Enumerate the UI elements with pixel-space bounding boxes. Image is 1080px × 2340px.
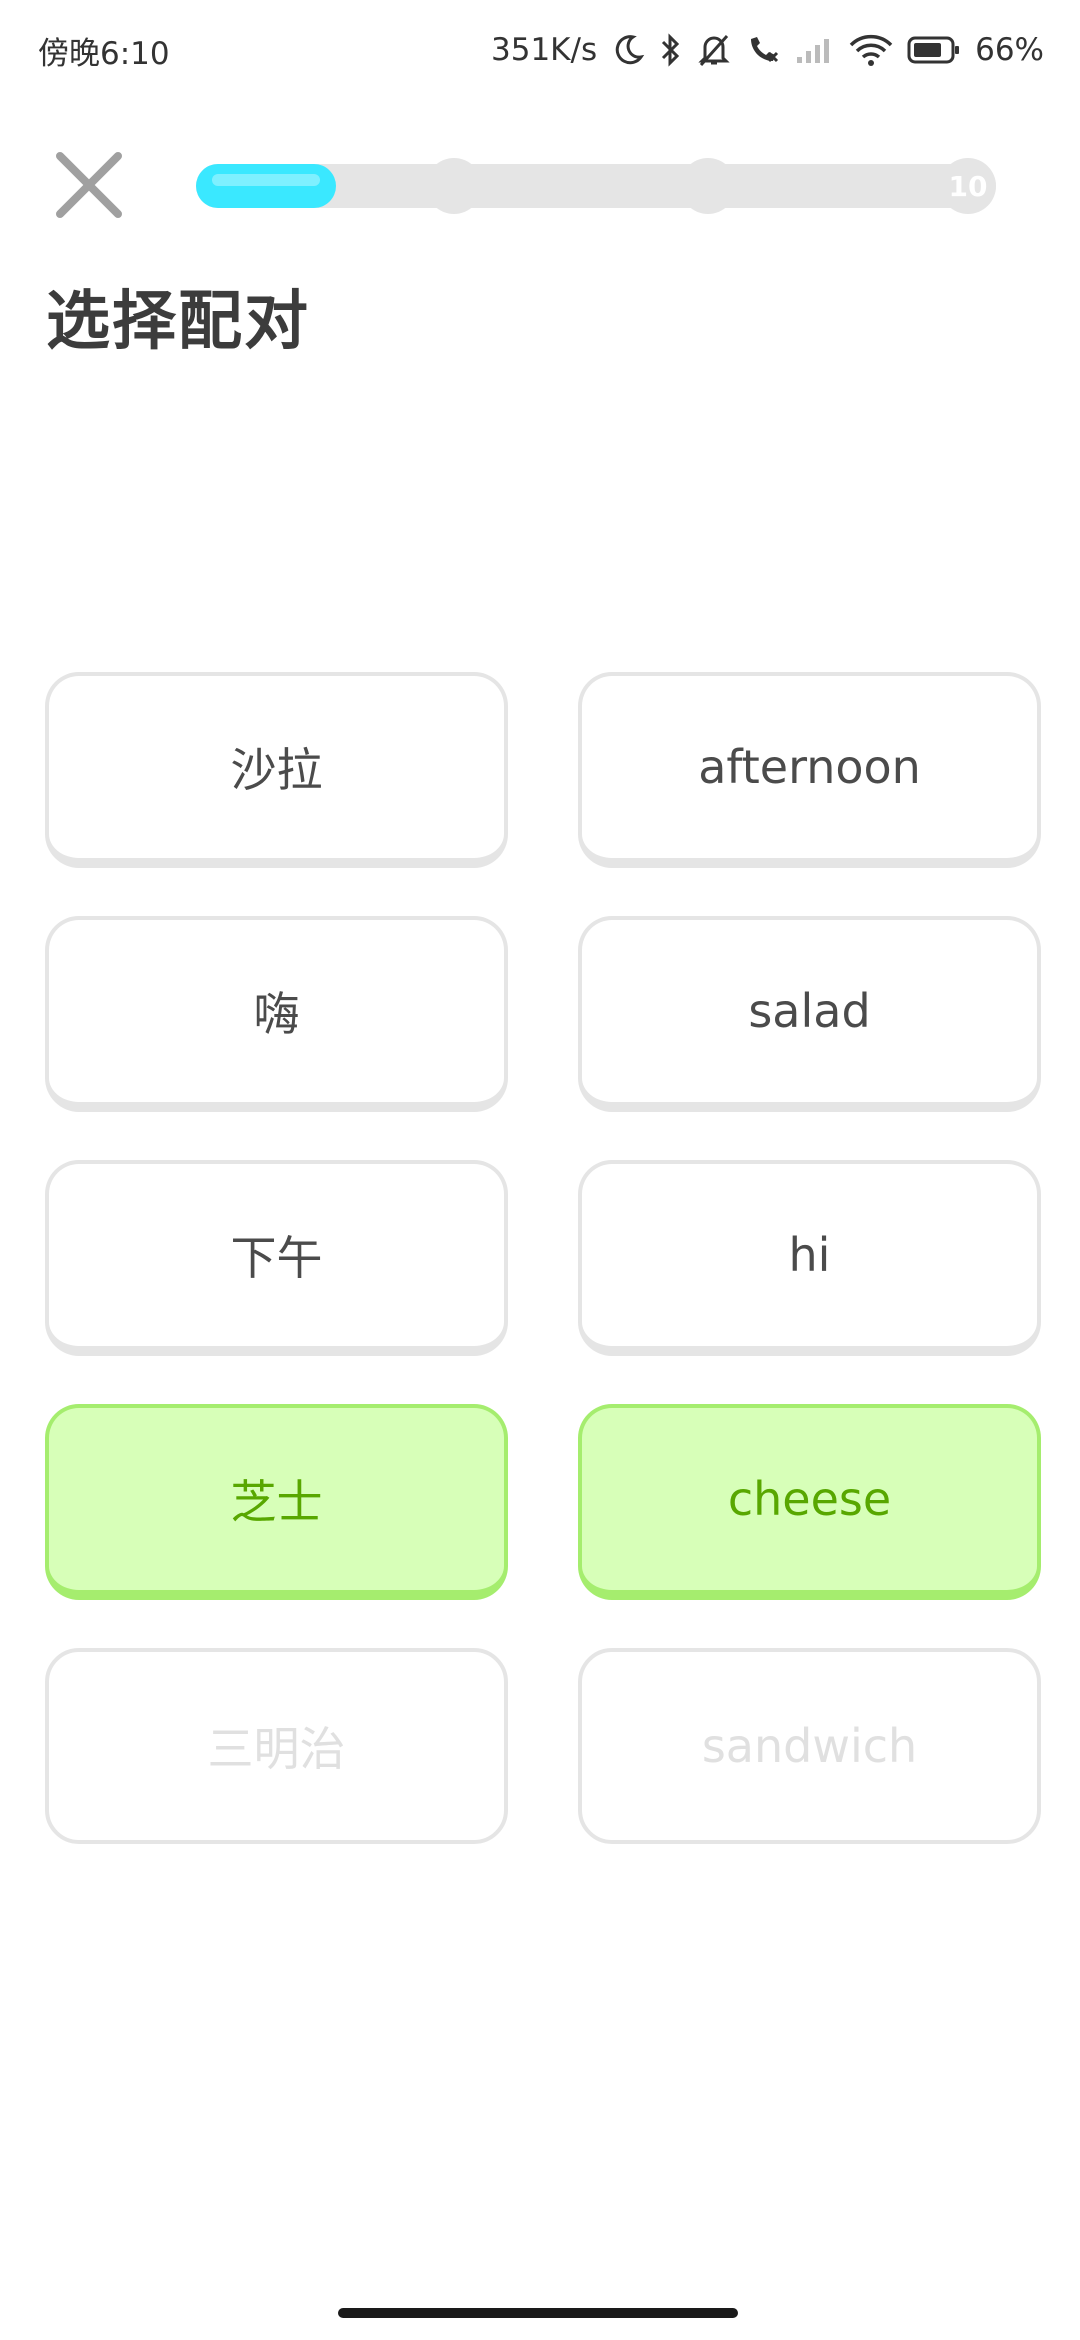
tile-right-1[interactable]: afternoon <box>578 672 1041 868</box>
signal-icon <box>795 35 835 65</box>
match-grid: 沙拉 afternoon 嗨 salad 下午 hi 芝士 cheese 三明治… <box>45 672 1041 1844</box>
wifi-icon <box>849 33 893 67</box>
tile-right-2[interactable]: salad <box>578 916 1041 1112</box>
net-speed: 351K/s <box>491 32 598 68</box>
lesson-progress-bar: 10 <box>196 158 996 214</box>
mute-icon <box>697 32 731 68</box>
status-bar: 傍晚6:10 351K/s 66% <box>0 0 1080 100</box>
bluetooth-icon <box>659 32 683 68</box>
progress-milestone <box>680 158 736 214</box>
close-icon <box>56 152 122 218</box>
progress-milestone <box>426 158 482 214</box>
tile-right-5-disabled: sandwich <box>578 1648 1041 1844</box>
tile-left-2[interactable]: 嗨 <box>45 916 508 1112</box>
screen: 傍晚6:10 351K/s 66% 10 选择配对 沙拉 afternoon 嗨… <box>0 0 1080 2340</box>
moon-icon <box>611 33 645 67</box>
battery-icon <box>907 35 961 65</box>
status-time: 傍晚6:10 <box>38 35 170 72</box>
tile-right-4-matched[interactable]: cheese <box>578 1404 1041 1600</box>
tile-left-5-disabled: 三明治 <box>45 1648 508 1844</box>
close-button[interactable] <box>48 144 130 226</box>
tile-left-3[interactable]: 下午 <box>45 1160 508 1356</box>
progress-milestone-10: 10 <box>940 158 996 214</box>
tile-left-1[interactable]: 沙拉 <box>45 672 508 868</box>
tile-left-4-matched[interactable]: 芝士 <box>45 1404 508 1600</box>
battery-percent: 66% <box>975 32 1044 68</box>
tile-right-3[interactable]: hi <box>578 1160 1041 1356</box>
home-indicator[interactable] <box>338 2308 738 2318</box>
progress-fill <box>196 164 336 208</box>
page-title: 选择配对 <box>46 285 310 359</box>
call-blocked-icon <box>745 33 781 67</box>
